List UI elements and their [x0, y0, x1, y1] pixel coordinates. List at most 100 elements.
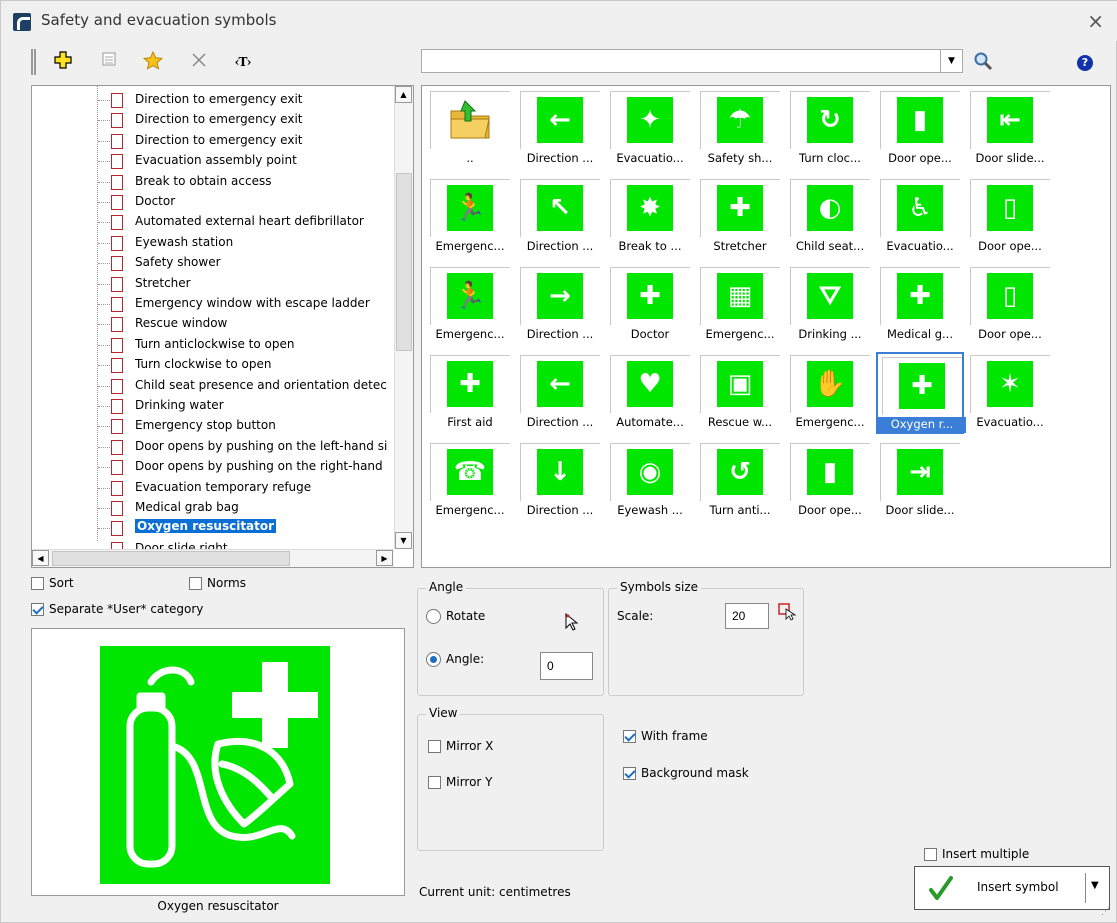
search-dropdown-arrow[interactable]: ▼	[940, 50, 962, 72]
symbol-cell[interactable]: ⇤ Door slide...	[966, 88, 1054, 170]
symbol-cell[interactable]: ..	[426, 88, 514, 170]
checkbox-box[interactable]	[428, 740, 441, 753]
insert-dropdown-arrow[interactable]: ▼	[1091, 880, 1099, 891]
search-input[interactable]	[422, 50, 937, 72]
window-title: Safety and evacuation symbols	[41, 11, 277, 29]
symbol-cell[interactable]: 🏃 Emergenc...	[426, 264, 514, 346]
symbol-caption: Direction ...	[526, 327, 594, 341]
checkbox-box[interactable]	[623, 767, 636, 780]
resize-grip-icon[interactable]: ⋰	[1101, 907, 1110, 917]
checkbox-box[interactable]	[623, 730, 636, 743]
symbol-cell[interactable]: ☂ Safety sh...	[696, 88, 784, 170]
favorite-star-icon[interactable]	[141, 50, 165, 73]
symbol-cell[interactable]: ⛛ Drinking ...	[786, 264, 874, 346]
checkbox-box[interactable]	[31, 577, 44, 590]
symbol-cell[interactable]: ▯ Door ope...	[966, 264, 1054, 346]
add-icon[interactable]	[51, 51, 75, 73]
symbol-page-icon	[111, 215, 123, 231]
symbol-page-icon	[111, 501, 123, 516]
symbol-caption: Door slide...	[885, 503, 955, 517]
symbol-cell[interactable]: ▮ Door ope...	[876, 88, 964, 170]
angle-input[interactable]	[540, 652, 593, 680]
symbol-caption: Door ope...	[798, 503, 862, 517]
symbol-cell[interactable]: ↺ Turn anti...	[696, 440, 784, 522]
symbol-cell[interactable]: 🏃 Emergenc...	[426, 176, 514, 258]
symbol-cell[interactable]: ✚ Doctor	[606, 264, 694, 346]
symbol-cell[interactable]: ✚ Oxygen r...	[876, 352, 966, 434]
symbol-page-icon	[111, 399, 123, 414]
pick-rotation-cursor-icon[interactable]	[564, 612, 580, 635]
tree-vertical-scrollbar[interactable]: ▲ ▼	[394, 86, 413, 549]
symbol-caption: Drinking ...	[798, 327, 862, 341]
symbol-cell[interactable]: ☎ Emergenc...	[426, 440, 514, 522]
symbol-cell[interactable]: ▯ Door ope...	[966, 176, 1054, 258]
symbol-cell[interactable]: ♥ Automate...	[606, 352, 694, 434]
symbol-cell[interactable]: ✚ First aid	[426, 352, 514, 434]
radio-circle[interactable]	[426, 652, 441, 667]
symbol-cell[interactable]: ✦ Evacuatio...	[606, 88, 694, 170]
angle-group: Angle Rotate Angle:	[417, 580, 604, 696]
symbol-caption: Evacuatio...	[976, 415, 1044, 429]
checkbox-box[interactable]	[924, 848, 937, 861]
pick-scale-icon[interactable]	[778, 603, 797, 624]
symbol-caption: Emergenc...	[435, 239, 505, 253]
scroll-right-arrow[interactable]: ▶	[376, 550, 393, 566]
symbol-caption: Turn cloc...	[799, 151, 861, 165]
symbol-cell[interactable]: ← Direction ...	[516, 352, 604, 434]
search-combobox[interactable]: ▼	[421, 49, 963, 73]
symbol-caption: Door slide...	[975, 151, 1045, 165]
hscroll-thumb[interactable]	[52, 551, 290, 566]
insert-symbol-button[interactable]: Insert symbol ▼	[914, 866, 1110, 910]
safety-symbol-icon: ✦	[627, 97, 673, 143]
toolbar-grip[interactable]	[31, 49, 36, 75]
symbol-cell[interactable]: ← Direction ...	[516, 88, 604, 170]
radio-circle[interactable]	[426, 609, 441, 624]
symbol-cell[interactable]: ♿ Evacuatio...	[876, 176, 964, 258]
symbol-gallery[interactable]: .. ← Direction ... ✦ Evacuatio... ☂ Safety sh.…	[421, 85, 1111, 568]
text-tool-button[interactable]: ‹T›	[231, 51, 255, 73]
safety-symbol-icon: ↖	[537, 185, 583, 231]
symbol-caption: Evacuatio...	[886, 239, 954, 253]
symbol-cell[interactable]: ✚ Stretcher	[696, 176, 784, 258]
checkmark-icon	[929, 876, 953, 905]
symbol-cell[interactable]: ↓ Direction ...	[516, 440, 604, 522]
toolbar: ‹T›	[1, 45, 411, 79]
tree-connector	[98, 406, 110, 407]
symbol-tree[interactable]: Direction to emergency exit Direction to …	[31, 85, 414, 568]
symbol-cell[interactable]: ↻ Turn cloc...	[786, 88, 874, 170]
tree-connector	[98, 324, 110, 326]
symbol-cell[interactable]: ▦ Emergenc...	[696, 264, 784, 346]
safety-symbol-icon: ▮	[807, 449, 853, 495]
symbol-cell[interactable]: ✋ Emergenc...	[786, 352, 874, 434]
symbol-cell[interactable]: ✶ Evacuatio...	[966, 352, 1054, 434]
symbol-cell[interactable]: ↖ Direction ...	[516, 176, 604, 258]
scroll-up-arrow[interactable]: ▲	[395, 86, 412, 103]
symbol-cell[interactable]: ✚ Medical g...	[876, 264, 964, 346]
help-icon[interactable]: ?	[1077, 55, 1093, 71]
symbol-cell[interactable]: ▣ Rescue w...	[696, 352, 784, 434]
close-button[interactable]: ×	[1087, 9, 1104, 33]
checkbox-box[interactable]	[189, 577, 202, 590]
checkbox-box[interactable]	[428, 776, 441, 789]
background-mask-label: Background mask	[641, 766, 749, 780]
safety-symbol-icon: 🏃	[447, 273, 493, 319]
symbol-cell[interactable]: ▮ Door ope...	[786, 440, 874, 522]
symbol-cell[interactable]: ◐ Child seat...	[786, 176, 874, 258]
symbol-caption: ..	[466, 151, 474, 165]
checkbox-box[interactable]	[31, 603, 44, 616]
scroll-down-arrow[interactable]: ▼	[395, 532, 412, 549]
properties-icon[interactable]	[97, 51, 121, 73]
delete-x-icon[interactable]	[187, 51, 211, 73]
insert-multiple-label: Insert multiple	[942, 847, 1030, 861]
search-icon[interactable]	[973, 51, 995, 73]
symbol-cell[interactable]: → Direction ...	[516, 264, 604, 346]
symbol-cell[interactable]: ◉ Eyewash ...	[606, 440, 694, 522]
scale-input[interactable]	[725, 603, 769, 629]
tree-connector	[98, 263, 110, 265]
symbol-cell[interactable]: ✸ Break to ...	[606, 176, 694, 258]
tree-horizontal-scrollbar[interactable]: ◀ ▶	[32, 549, 394, 567]
scroll-left-arrow[interactable]: ◀	[32, 550, 49, 566]
safety-symbol-icon: ✋	[807, 361, 853, 407]
scroll-thumb[interactable]	[396, 173, 412, 351]
symbol-cell[interactable]: ⇥ Door slide...	[876, 440, 964, 522]
